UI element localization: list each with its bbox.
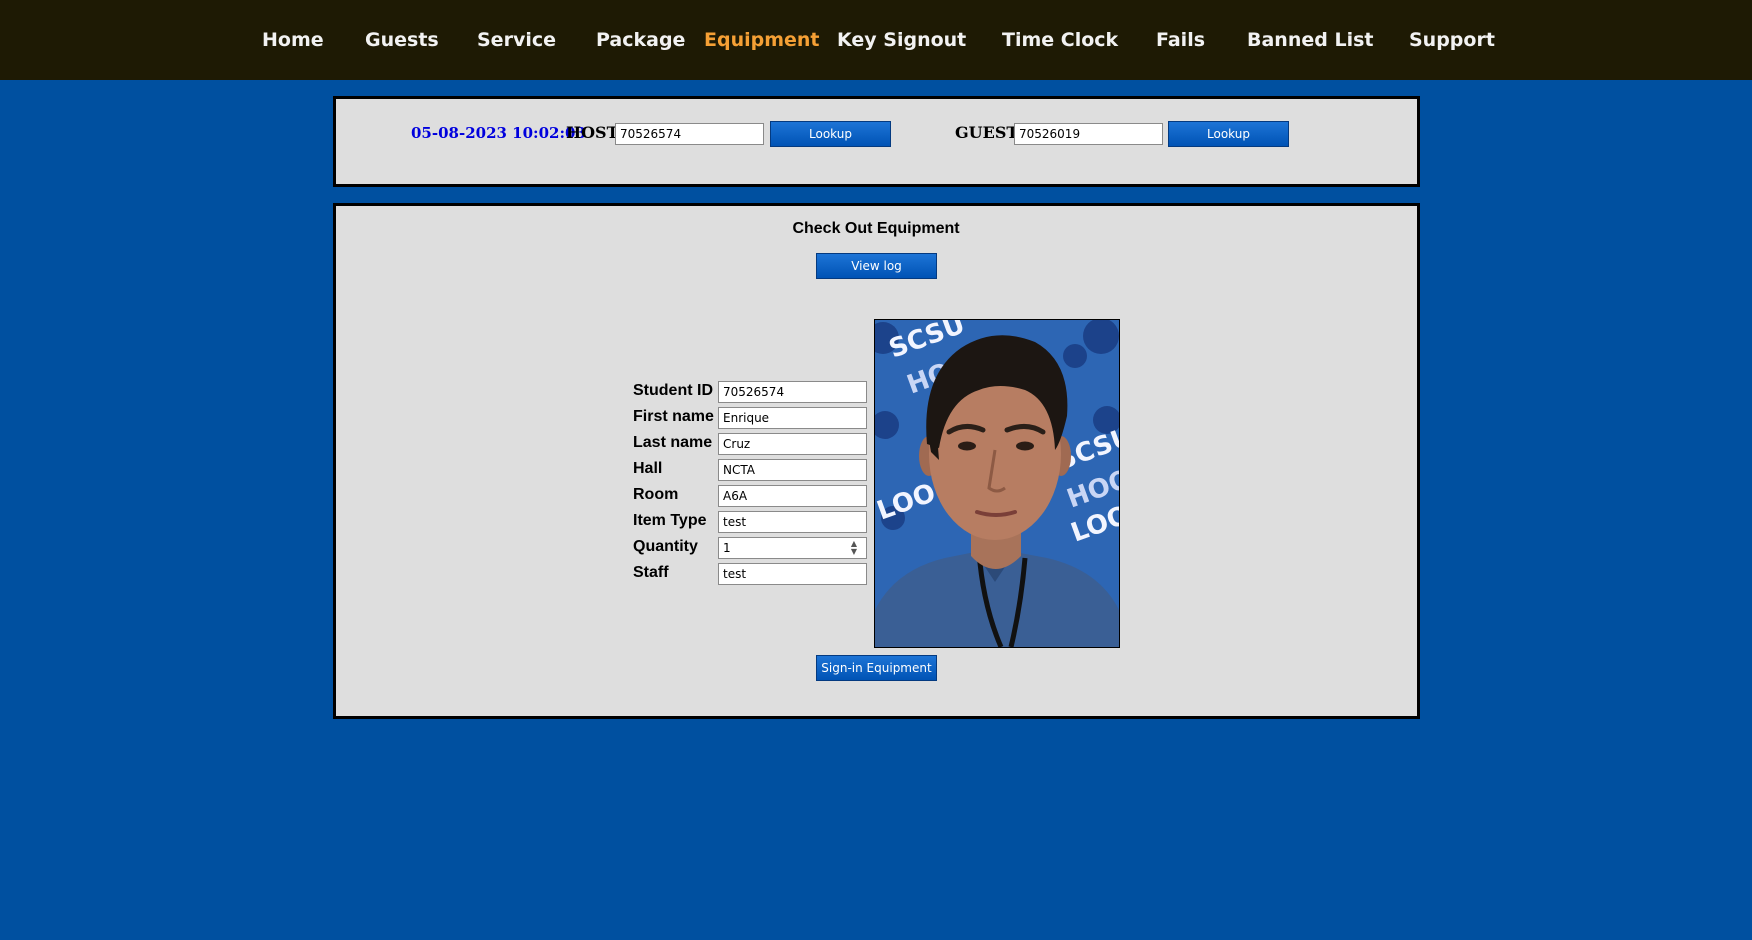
last-name-label: Last name <box>633 434 713 451</box>
sign-in-equipment-button[interactable]: Sign-in Equipment <box>816 655 937 681</box>
item-type-field[interactable] <box>718 511 867 533</box>
nav-home[interactable]: Home <box>262 28 324 52</box>
hall-field[interactable] <box>718 459 867 481</box>
current-datetime: 05-08-2023 10:02:03 <box>411 124 586 142</box>
nav-equipment[interactable]: Equipment <box>704 28 820 52</box>
guest-label: GUEST <box>955 123 1019 142</box>
quantity-label: Quantity <box>633 538 698 555</box>
nav-package[interactable]: Package <box>596 28 685 52</box>
nav-key-signout[interactable]: Key Signout <box>837 28 966 52</box>
item-type-label: Item Type <box>633 512 707 529</box>
staff-label: Staff <box>633 564 669 581</box>
top-nav-bar: Home Guests Service Package Equipment Ke… <box>0 0 1752 80</box>
host-lookup-button[interactable]: Lookup <box>770 121 891 147</box>
view-log-button[interactable]: View log <box>816 253 937 279</box>
host-label: HOST <box>566 123 619 142</box>
nav-time-clock[interactable]: Time Clock <box>1002 28 1118 52</box>
first-name-field[interactable] <box>718 407 867 429</box>
quantity-spinner-arrows[interactable]: ▲ ▼ <box>845 538 863 558</box>
nav-guests[interactable]: Guests <box>365 28 439 52</box>
nav-fails[interactable]: Fails <box>1156 28 1205 52</box>
student-id-field[interactable] <box>718 381 867 403</box>
nav-banned-list[interactable]: Banned List <box>1247 28 1373 52</box>
staff-field[interactable] <box>718 563 867 585</box>
guest-id-input[interactable] <box>1014 123 1163 145</box>
room-field[interactable] <box>718 485 867 507</box>
host-id-input[interactable] <box>615 123 764 145</box>
panel-title: Check Out Equipment <box>792 220 960 237</box>
last-name-field[interactable] <box>718 433 867 455</box>
nav-support[interactable]: Support <box>1409 28 1495 52</box>
first-name-label: First name <box>633 408 714 425</box>
nav-service[interactable]: Service <box>477 28 556 52</box>
chevron-down-icon[interactable]: ▼ <box>851 548 857 556</box>
student-photo: SCSU HOO LOO SCSU HOO LOO <box>874 319 1120 648</box>
room-label: Room <box>633 486 679 503</box>
student-id-label: Student ID <box>633 382 713 399</box>
guest-lookup-button[interactable]: Lookup <box>1168 121 1289 147</box>
hall-label: Hall <box>633 460 663 477</box>
